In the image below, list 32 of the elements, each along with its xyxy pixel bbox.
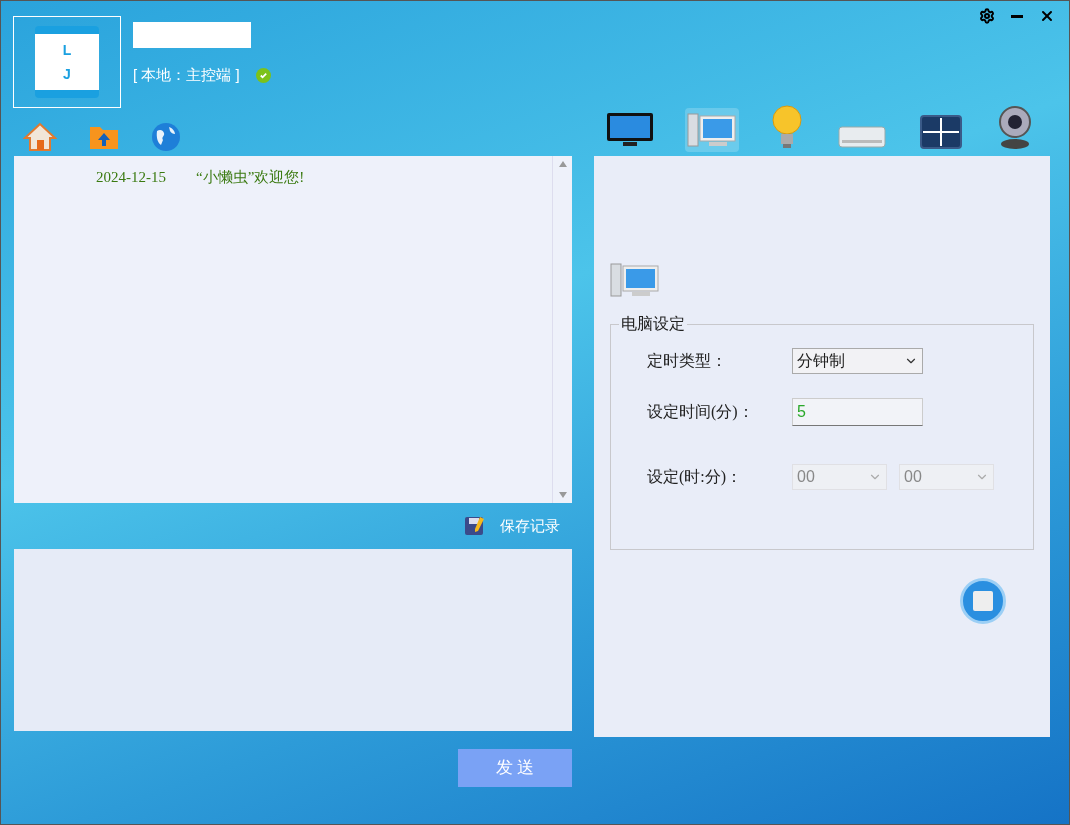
field-label: 设定时间(分)： — [647, 402, 755, 423]
field-label: 定时类型： — [647, 351, 728, 371]
scroll-up-arrow-icon[interactable] — [557, 160, 568, 168]
save-record-button[interactable]: 保存记录 — [500, 514, 560, 538]
settings-button[interactable] — [979, 8, 995, 24]
computer-icon — [687, 110, 737, 150]
logo-letter: L — [62, 43, 72, 57]
stop-button[interactable] — [960, 578, 1006, 624]
globe-button[interactable] — [151, 122, 181, 152]
air-conditioner-icon — [837, 124, 887, 150]
group-title: 电脑设定 — [620, 314, 686, 334]
home-button[interactable] — [23, 122, 57, 152]
gear-icon — [979, 8, 995, 24]
upload-folder-button[interactable] — [89, 124, 119, 150]
input-field[interactable]: 5 — [792, 398, 923, 426]
dropdown[interactable]: 分钟制 — [792, 348, 923, 374]
computer-icon — [610, 260, 660, 300]
device-button[interactable] — [917, 112, 965, 152]
message-text: “小懒虫”欢迎您! — [196, 168, 305, 187]
close-button[interactable] — [1039, 8, 1055, 24]
logo-letter: J — [63, 67, 71, 81]
minimize-icon — [1011, 15, 1023, 18]
field-label: 设定(时:分)： — [647, 467, 744, 488]
send-button[interactable]: 发 送 — [458, 749, 572, 787]
floppy-pencil-icon — [464, 515, 486, 537]
message-date: 2024-12-15 — [96, 168, 166, 187]
lightbulb-icon — [769, 104, 805, 150]
message-input[interactable] — [14, 549, 572, 731]
window-icon — [919, 114, 963, 150]
close-icon — [1039, 8, 1055, 24]
status-label: [ 本地：主控端 ] — [133, 65, 240, 85]
scroll-down-arrow-icon[interactable] — [557, 491, 568, 499]
